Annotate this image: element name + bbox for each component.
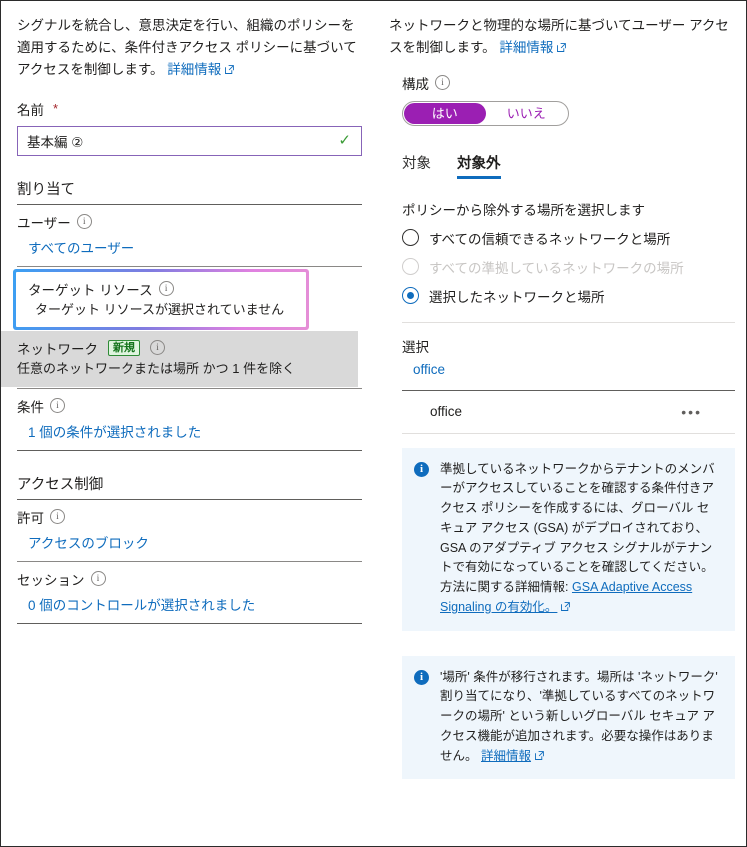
session-label: セッション (17, 572, 85, 588)
assignments-heading: 割り当て (17, 181, 75, 198)
external-link-icon (535, 750, 544, 760)
conditions-label-row: 条件 (17, 396, 359, 416)
info-icon[interactable] (158, 281, 174, 297)
tab-exclude[interactable]: 対象外 (457, 152, 501, 179)
info-icon[interactable] (76, 214, 92, 230)
conditions-value-link[interactable]: 1 個の条件が選択されました (28, 421, 359, 441)
location-migration-text: '場所' 条件が移行されます。場所は 'ネットワーク' 割り当てになり、'準拠し… (440, 668, 721, 767)
assignment-group-users: ユーザー すべてのユーザー (17, 205, 359, 257)
network-intro-text: ネットワークと物理的な場所に基づいてユーザー アクセスを制御します。 詳細情報 (389, 15, 734, 59)
policy-summary-pane: シグナルを統合し、意思決定を行い、組織のポリシーを適用するために、条件付きアクセ… (1, 1, 375, 846)
radio-selected-networks-and-locations[interactable]: 選択したネットワークと場所 (402, 286, 734, 306)
info-filled-icon (414, 669, 429, 686)
info-icon[interactable] (90, 571, 106, 587)
target-resources-highlight: ターゲット リソース ターゲット リソースが選択されていません (13, 268, 309, 330)
external-link-icon (225, 64, 235, 74)
radio-group-divider (402, 321, 735, 323)
info-icon[interactable] (435, 75, 450, 91)
gsa-info-text: 準拠しているネットワークからテナントのメンバーがアクセスしていることを確認する条… (440, 460, 721, 618)
policy-editor-page: シグナルを統合し、意思決定を行い、組織のポリシーを適用するために、条件付きアクセ… (0, 0, 747, 847)
network-label: ネットワーク (17, 341, 98, 357)
info-filled-icon (414, 461, 429, 478)
users-value-link[interactable]: すべてのユーザー (28, 237, 359, 257)
toggle-option-no[interactable]: いいえ (486, 103, 568, 124)
assignment-group-target-resources: ターゲット リソース ターゲット リソースが選択されていません (16, 271, 306, 327)
gsa-info-callout: 準拠しているネットワークからテナントのメンバーがアクセスしていることを確認する条… (402, 447, 735, 631)
configure-label: 構成 (402, 76, 429, 92)
radio-indicator (402, 287, 419, 305)
users-label-row: ユーザー (17, 212, 359, 232)
assignment-group-conditions: 条件 1 個の条件が選択されました (17, 389, 359, 441)
access-control-group-grant: 許可 アクセスのブロック (17, 500, 359, 552)
policy-intro-learn-more-link[interactable]: 詳細情報 (167, 62, 221, 77)
include-exclude-tabs: 対象 対象外 (389, 152, 734, 179)
migration-learn-more-link[interactable]: 詳細情報 (481, 749, 531, 763)
radio-all-compliant-network-locations: すべての準拠しているネットワークの場所 (402, 257, 734, 277)
users-divider (17, 265, 362, 267)
network-intro-learn-more-link[interactable]: 詳細情報 (499, 40, 553, 55)
radio-label: すべての準拠しているネットワークの場所 (429, 260, 684, 276)
radio-label: 選択したネットワークと場所 (429, 289, 605, 305)
name-input[interactable]: 基本編 ② ✓ (17, 125, 362, 156)
name-input-value: 基本編 ② (27, 134, 84, 150)
session-label-row: セッション (17, 569, 359, 589)
external-link-icon (557, 43, 567, 52)
required-asterisk: * (53, 101, 59, 117)
radio-label: すべての信頼できるネットワークと場所 (429, 231, 671, 247)
info-icon[interactable] (50, 509, 65, 525)
grant-label-row: 許可 (17, 507, 359, 527)
name-field-label-row: 名前 * (17, 99, 359, 119)
access-control-group-session: セッション 0 個のコントロールが選択されました (17, 562, 359, 614)
radio-all-trusted-networks[interactable]: すべての信頼できるネットワークと場所 (402, 228, 734, 248)
conditions-divider (17, 449, 362, 451)
tab-include[interactable]: 対象 (402, 152, 431, 179)
grant-label: 許可 (17, 510, 44, 526)
target-resources-label-row: ターゲット リソース (28, 279, 298, 299)
location-name: office (430, 404, 463, 420)
network-config-pane: ネットワークと物理的な場所に基づいてユーザー アクセスを制御します。 詳細情報 … (375, 1, 746, 846)
gsa-info-body: 準拠しているネットワークからテナントのメンバーがアクセスしていることを確認する条… (440, 461, 715, 595)
selection-value-link[interactable]: office (389, 362, 734, 377)
conditions-label: 条件 (17, 399, 44, 415)
info-icon[interactable] (150, 340, 165, 356)
users-label: ユーザー (17, 215, 71, 231)
network-label-row: ネットワーク 新規 (17, 338, 358, 358)
location-migration-callout: '場所' 条件が移行されます。場所は 'ネットワーク' 割り当てになり、'準拠し… (402, 655, 735, 780)
assignment-group-network: ネットワーク 新規 任意のネットワークまたは場所 かつ 1 件を除く (1, 330, 358, 387)
configure-label-row: 構成 (389, 73, 734, 93)
target-resources-value-link[interactable]: ターゲット リソースが選択されていません (35, 299, 298, 318)
session-value-link[interactable]: 0 個のコントロールが選択されました (28, 594, 359, 614)
grant-value-link[interactable]: アクセスのブロック (28, 532, 359, 552)
new-badge: 新規 (108, 339, 140, 356)
table-row[interactable]: office ••• (402, 391, 722, 433)
exclude-prompt: ポリシーから除外する場所を選択します (402, 202, 645, 218)
external-link-icon (561, 602, 571, 611)
network-value-link[interactable]: 任意のネットワークまたは場所 かつ 1 件を除く (17, 358, 358, 377)
access-control-heading: アクセス制御 (17, 476, 104, 493)
radio-indicator (402, 229, 419, 247)
exclude-radio-group: すべての信頼できるネットワークと場所 すべての準拠しているネットワークの場所 選… (389, 228, 734, 306)
target-resources-label: ターゲット リソース (28, 282, 153, 298)
configure-toggle[interactable]: はい いいえ (402, 100, 569, 126)
info-icon[interactable] (50, 398, 65, 414)
name-field-label: 名前 (17, 102, 44, 118)
radio-indicator (402, 258, 419, 276)
policy-intro-text: シグナルを統合し、意思決定を行い、組織のポリシーを適用するために、条件付きアクセ… (17, 15, 359, 81)
session-divider (17, 622, 362, 624)
ellipsis-icon[interactable]: ••• (681, 404, 702, 420)
toggle-option-yes[interactable]: はい (404, 102, 486, 124)
list-divider (402, 432, 735, 434)
selection-label: 選択 (402, 339, 429, 355)
checkmark-icon: ✓ (338, 132, 351, 150)
